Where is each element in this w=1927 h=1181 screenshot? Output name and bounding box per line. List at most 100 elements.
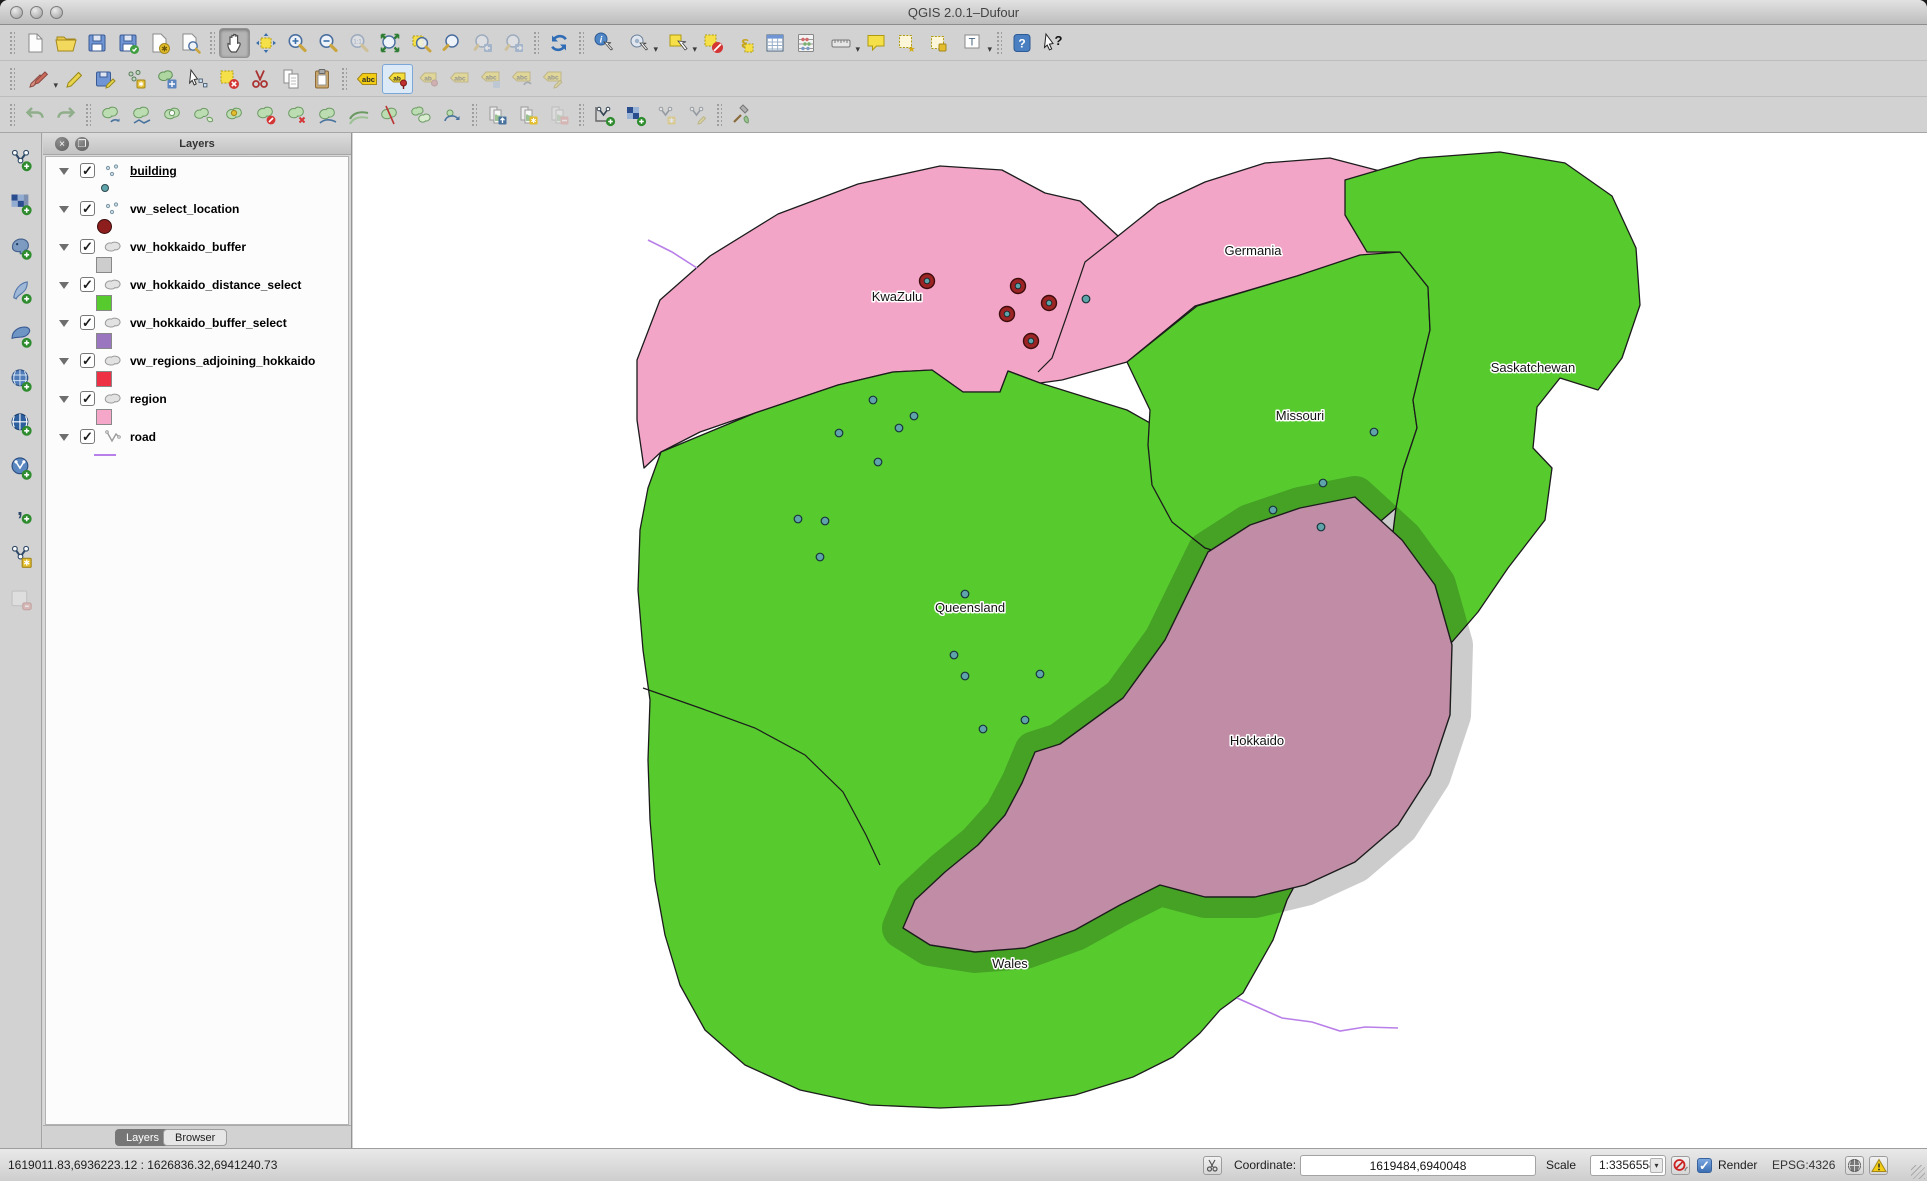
zoom-out-button[interactable] — [312, 28, 343, 58]
add-ring-button[interactable] — [157, 100, 188, 130]
undo-button[interactable] — [19, 100, 50, 130]
layer-item-road[interactable]: ✓road — [46, 428, 348, 447]
help-contents-button[interactable]: ? — [1006, 28, 1037, 58]
layer-item-building[interactable]: ✓ building — [46, 162, 348, 181]
toolbar-grip[interactable] — [578, 31, 584, 55]
fill-ring-button[interactable] — [219, 100, 250, 130]
rotate-point-symbols-button[interactable] — [436, 100, 467, 130]
scale-combo[interactable]: 1:33565585 ▾ — [1590, 1155, 1666, 1176]
remove-layer-button[interactable] — [3, 581, 39, 617]
show-hide-labels-button[interactable]: abc — [444, 64, 475, 94]
layer-label[interactable]: vw_hokkaido_buffer — [130, 240, 246, 254]
copy-features-button[interactable] — [275, 64, 306, 94]
delete-selected-button[interactable] — [213, 64, 244, 94]
simplify-feature-button[interactable] — [126, 100, 157, 130]
zoom-next-button[interactable] — [498, 28, 529, 58]
minimize-window-button[interactable] — [30, 6, 43, 19]
zoom-actual-size-button[interactable]: 1:1 — [343, 28, 374, 58]
open-project-button[interactable] — [50, 28, 81, 58]
move-label-button[interactable]: abc — [475, 64, 506, 94]
toolbar-grip[interactable] — [996, 31, 1002, 55]
text-annotation-button[interactable]: T — [953, 28, 992, 58]
move-feature-button[interactable] — [151, 64, 182, 94]
merge-features-button[interactable] — [405, 100, 436, 130]
toolbar-grip[interactable] — [209, 31, 215, 55]
layer-labeling-button[interactable]: abc — [351, 64, 382, 94]
redo-button[interactable] — [50, 100, 81, 130]
save-project-button[interactable] — [81, 28, 112, 58]
toolbar-grip[interactable] — [9, 67, 15, 91]
reshape-features-button[interactable] — [312, 100, 343, 130]
layer-label[interactable]: vw_hokkaido_buffer_select — [130, 316, 287, 330]
layer-item-vw_hokkaido_buffer[interactable]: ✓ vw_hokkaido_buffer — [46, 238, 348, 257]
layer-item-vw_regions_adjoining_hokkaido[interactable]: ✓vw_regions_adjoining_hokkaido — [46, 352, 348, 371]
measure-button[interactable] — [821, 28, 860, 58]
expand-arrow-icon[interactable] — [59, 434, 69, 441]
deselect-all-button[interactable] — [697, 28, 728, 58]
map-canvas[interactable]: KwaZuluGermaniaSaskatchewanMissouriQueen… — [353, 133, 1927, 1148]
close-window-button[interactable] — [10, 6, 23, 19]
expand-arrow-icon[interactable] — [59, 396, 69, 403]
stop-rendering-icon[interactable] — [1671, 1156, 1690, 1175]
layer-checkbox[interactable]: ✓ — [80, 429, 95, 444]
layer-label[interactable]: building — [130, 164, 177, 178]
add-spatialite-layer-button[interactable] — [3, 273, 39, 309]
cut-features-button[interactable] — [244, 64, 275, 94]
add-raster-layer-button[interactable] — [3, 185, 39, 221]
crs-status-button[interactable] — [1845, 1156, 1864, 1175]
add-vector-layer-button[interactable] — [3, 141, 39, 177]
layer-label[interactable]: vw_regions_adjoining_hokkaido — [130, 354, 315, 368]
toolbar-grip[interactable] — [716, 103, 722, 127]
rotate-feature-button[interactable] — [95, 100, 126, 130]
select-features-button[interactable] — [658, 28, 697, 58]
new-bookmark-button[interactable]: ★ — [891, 28, 922, 58]
save-layer-edits-button[interactable] — [89, 64, 120, 94]
node-tool-button[interactable] — [182, 64, 213, 94]
layer-item-vw_select_location[interactable]: ✓ vw_select_location — [46, 200, 348, 219]
toolbar-grip[interactable] — [9, 103, 15, 127]
zoom-window-button[interactable] — [50, 6, 63, 19]
close-panel-icon[interactable]: × — [55, 137, 69, 151]
resize-grip[interactable] — [1911, 1165, 1925, 1179]
run-feature-action-button[interactable] — [619, 28, 658, 58]
log-messages-button[interactable] — [1869, 1156, 1888, 1175]
expand-arrow-icon[interactable] — [59, 206, 69, 213]
change-label-properties-button[interactable]: abc — [537, 64, 568, 94]
select-by-expression-button[interactable]: ε — [728, 28, 759, 58]
add-wms-layer-button[interactable] — [3, 405, 39, 441]
layer-checkbox[interactable]: ✓ — [80, 277, 95, 292]
layer-checkbox[interactable]: ✓ — [80, 201, 95, 216]
add-delimited-text-layer-button[interactable]: , — [3, 493, 39, 529]
add-postgis-layer-button[interactable] — [3, 229, 39, 265]
add-to-overview-button[interactable] — [481, 100, 512, 130]
layer-item-vw_hokkaido_distance_select[interactable]: ✓vw_hokkaido_distance_select — [46, 276, 348, 295]
map[interactable]: KwaZuluGermaniaSaskatchewanMissouriQueen… — [353, 133, 1927, 1148]
new-memory-layer-button[interactable] — [681, 100, 712, 130]
show-bookmarks-button[interactable] — [922, 28, 953, 58]
refresh-button[interactable] — [543, 28, 574, 58]
expand-arrow-icon[interactable] — [59, 168, 69, 175]
new-print-composer-button[interactable]: ✱ — [143, 28, 174, 58]
zoom-full-button[interactable] — [374, 28, 405, 58]
tab-layers[interactable]: Layers — [115, 1129, 170, 1146]
layer-checkbox[interactable]: ✓ — [80, 239, 95, 254]
identify-features-button[interactable]: i — [588, 28, 619, 58]
toolbar-grip[interactable] — [533, 31, 539, 55]
toolbar-grip[interactable] — [578, 103, 584, 127]
zoom-to-layer-button[interactable] — [436, 28, 467, 58]
statistical-summary-button[interactable] — [790, 28, 821, 58]
new-spatialite-layer-button[interactable]: ✱ — [650, 100, 681, 130]
pin-labels-button[interactable]: ab — [382, 64, 413, 94]
coordinate-input[interactable] — [1300, 1155, 1536, 1176]
expand-arrow-icon[interactable] — [59, 320, 69, 327]
expand-arrow-icon[interactable] — [59, 282, 69, 289]
expand-arrow-icon[interactable] — [59, 358, 69, 365]
layer-item-region[interactable]: ✓region — [46, 390, 348, 409]
render-checkbox[interactable]: ✓ — [1697, 1158, 1712, 1173]
add-feature-button[interactable]: ✱ — [120, 64, 151, 94]
layer-label[interactable]: vw_select_location — [130, 202, 239, 216]
layer-checkbox[interactable]: ✓ — [80, 163, 95, 178]
add-mssql-layer-button[interactable] — [3, 317, 39, 353]
add-part-button[interactable] — [188, 100, 219, 130]
split-features-button[interactable] — [374, 100, 405, 130]
